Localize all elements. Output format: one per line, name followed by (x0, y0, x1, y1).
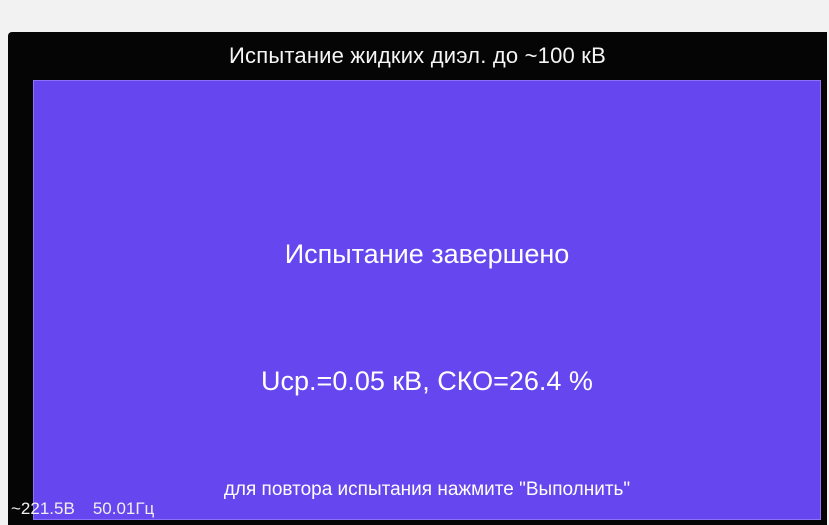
device-bezel: Испытание жидких диэл. до ~100 кВ Испыта… (0, 0, 829, 525)
title-bar: Испытание жидких диэл. до ~100 кВ (8, 32, 827, 79)
status-bar: ~221.5В 50.01Гц (8, 493, 827, 525)
result-panel: Испытание завершено Uср.=0.05 кВ, СКО=26… (33, 80, 821, 520)
test-complete-message: Испытание завершено (284, 239, 570, 269)
mains-voltage-readout: ~221.5В (11, 499, 75, 518)
instrument-screen: Испытание жидких диэл. до ~100 кВ Испыта… (8, 32, 827, 525)
test-result-readout: Uср.=0.05 кВ, СКО=26.4 % (261, 366, 593, 396)
page-title: Испытание жидких диэл. до ~100 кВ (229, 42, 606, 68)
mains-frequency-readout: 50.01Гц (92, 499, 155, 518)
